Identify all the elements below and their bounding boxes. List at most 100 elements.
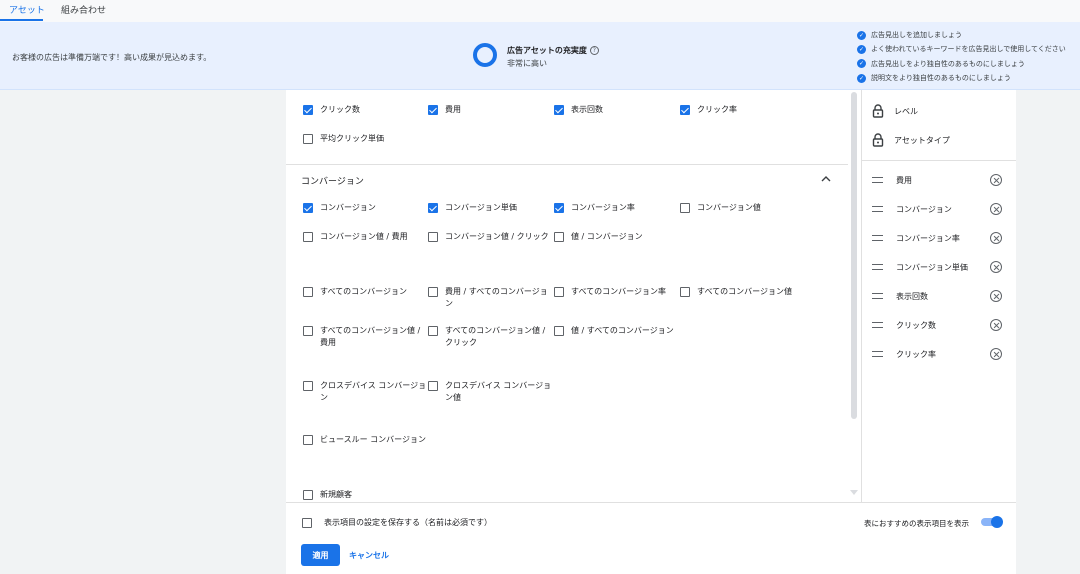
tip-item[interactable]: ✓ よく使われているキーワードを広告見出しで使用してください	[857, 42, 1066, 56]
checkbox-new-customers[interactable]: 新規顧客	[303, 489, 427, 501]
tip-item[interactable]: ✓ 広告見出しをより独自性のあるものにしましょう	[857, 57, 1066, 71]
tab-combinations[interactable]: 組み合わせ	[61, 3, 106, 16]
checkbox[interactable]	[303, 326, 313, 336]
checkbox-cross-device-conv-value[interactable]: クロスデバイス コンバージョン値	[428, 380, 552, 404]
checkbox[interactable]	[303, 381, 313, 391]
checkbox-clicks[interactable]: クリック数	[303, 104, 427, 116]
footer-divider	[286, 502, 1016, 503]
drag-handle-icon[interactable]	[872, 322, 883, 328]
checkbox-conversions[interactable]: コンバージョン	[303, 202, 427, 214]
drag-handle-icon[interactable]	[872, 177, 883, 183]
tip-item[interactable]: ✓ 広告見出しを追加しましょう	[857, 28, 1066, 42]
checkbox[interactable]	[428, 287, 438, 297]
checkbox[interactable]	[428, 232, 438, 242]
remove-circle-icon[interactable]	[990, 203, 1002, 215]
remove-circle-icon[interactable]	[990, 290, 1002, 302]
remove-circle-icon[interactable]	[990, 174, 1002, 186]
selected-column-item[interactable]: 表示回数	[872, 289, 1002, 303]
checkbox-all-conversion-rate[interactable]: すべてのコンバージョン率	[554, 286, 678, 298]
tip-item[interactable]: ✓ 説明文をより独自性のあるものにしましょう	[857, 71, 1066, 85]
checkbox-all-conversion-value[interactable]: すべてのコンバージョン値	[680, 286, 810, 298]
chevron-up-icon[interactable]	[821, 174, 831, 184]
selected-column-item[interactable]: クリック率	[872, 347, 1002, 361]
checkbox-conv-value-per-click[interactable]: コンバージョン値 / クリック	[428, 231, 552, 243]
checkbox[interactable]	[680, 105, 690, 115]
remove-circle-icon[interactable]	[990, 348, 1002, 360]
ad-strength-ring-icon	[473, 43, 497, 67]
checkbox[interactable]	[680, 287, 690, 297]
checkbox[interactable]	[554, 287, 564, 297]
checkbox[interactable]	[303, 203, 313, 213]
checkbox-avg-cpc[interactable]: 平均クリック単価	[303, 133, 427, 145]
checkbox-label: クリック数	[320, 105, 360, 114]
checkbox-conversion-rate[interactable]: コンバージョン率	[554, 202, 678, 214]
checkbox[interactable]	[303, 105, 313, 115]
drag-handle-icon[interactable]	[872, 235, 883, 241]
checkbox-all-conversions[interactable]: すべてのコンバージョン	[303, 286, 427, 298]
scroll-down-arrow-icon[interactable]	[850, 490, 858, 495]
selected-column-item[interactable]: コンバージョン単価	[872, 260, 1002, 274]
checkbox-label: すべてのコンバージョン値 / 費用	[320, 326, 421, 347]
checkbox[interactable]	[428, 381, 438, 391]
checkbox[interactable]	[554, 105, 564, 115]
checkbox[interactable]	[554, 232, 564, 242]
checkbox-cost[interactable]: 費用	[428, 104, 552, 116]
checkbox-label: すべてのコンバージョン	[320, 287, 407, 296]
checkbox-conversion-value[interactable]: コンバージョン値	[680, 202, 804, 214]
drag-handle-icon[interactable]	[872, 264, 883, 270]
section-title-conversions: コンバージョン	[301, 177, 364, 187]
scrollbar[interactable]	[849, 90, 859, 502]
drag-handle-icon[interactable]	[872, 351, 883, 357]
column-divider	[861, 90, 862, 502]
cancel-button[interactable]: キャンセル	[349, 550, 389, 561]
tip-label: よく使われているキーワードを広告見出しで使用してください	[871, 45, 1066, 54]
checkbox[interactable]	[303, 134, 313, 144]
checkbox[interactable]	[303, 490, 313, 500]
checkbox-impressions[interactable]: 表示回数	[554, 104, 678, 116]
selected-column-item[interactable]: コンバージョン率	[872, 231, 1002, 245]
checkbox-value-per-conversion[interactable]: 値 / コンバージョン	[554, 231, 678, 243]
checkbox-all-conv-value-per-click[interactable]: すべてのコンバージョン値 / クリック	[428, 325, 552, 349]
selected-column-label: 表示回数	[896, 291, 928, 301]
tab-assets[interactable]: アセット	[9, 3, 45, 16]
checkbox[interactable]	[303, 232, 313, 242]
checkbox-label: コンバージョン単価	[445, 203, 517, 212]
remove-circle-icon[interactable]	[990, 261, 1002, 273]
checkbox[interactable]	[428, 326, 438, 336]
selected-column-item[interactable]: コンバージョン	[872, 202, 1002, 216]
checkbox-ctr[interactable]: クリック率	[680, 104, 804, 116]
apply-button[interactable]: 適用	[301, 544, 340, 566]
checkbox-cross-device-conversions[interactable]: クロスデバイス コンバージョン	[303, 380, 427, 404]
remove-circle-icon[interactable]	[990, 232, 1002, 244]
selected-column-item[interactable]: クリック数	[872, 318, 1002, 332]
checkbox-cost-per-all-conversions[interactable]: 費用 / すべてのコンバージョン	[428, 286, 552, 310]
checkbox-conv-value-per-cost[interactable]: コンバージョン値 / 費用	[303, 231, 427, 243]
drag-handle-icon[interactable]	[872, 206, 883, 212]
recommended-columns-toggle[interactable]	[981, 516, 1003, 528]
selected-column-label: クリック率	[896, 349, 936, 359]
checkbox-label: すべてのコンバージョン値	[697, 287, 792, 296]
remove-circle-icon[interactable]	[990, 319, 1002, 331]
scrollbar-thumb[interactable]	[851, 92, 857, 419]
checkbox[interactable]	[303, 435, 313, 445]
checkbox[interactable]	[303, 287, 313, 297]
checkbox[interactable]	[428, 203, 438, 213]
checkbox[interactable]	[428, 105, 438, 115]
checkbox-all-conv-value-per-cost[interactable]: すべてのコンバージョン値 / 費用	[303, 325, 427, 349]
check-circle-icon: ✓	[857, 30, 866, 40]
checkbox-cost-per-conversion[interactable]: コンバージョン単価	[428, 202, 552, 214]
checkbox-view-through-conversions[interactable]: ビュースルー コンバージョン	[303, 434, 427, 446]
check-circle-icon: ✓	[857, 59, 866, 69]
checkbox-label: 表示回数	[571, 105, 603, 114]
save-columns-option[interactable]: 表示項目の設定を保存する（名前は必須です）	[302, 517, 492, 528]
drag-handle-icon[interactable]	[872, 293, 883, 299]
selected-column-item[interactable]: 費用	[872, 173, 1002, 187]
checkbox[interactable]	[554, 203, 564, 213]
checkbox[interactable]	[554, 326, 564, 336]
checkbox-value-per-all-conversions[interactable]: 値 / すべてのコンバージョン	[554, 325, 678, 337]
ad-strength-banner: お客様の広告は準備万端です！高い成果が見込めます。 広告アセットの充実度? 非常…	[0, 22, 1080, 90]
recommended-columns-label: 表におすすめの表示項目を表示	[864, 519, 969, 528]
help-icon[interactable]: ?	[589, 46, 599, 55]
checkbox[interactable]	[680, 203, 690, 213]
save-columns-checkbox[interactable]	[302, 517, 312, 528]
